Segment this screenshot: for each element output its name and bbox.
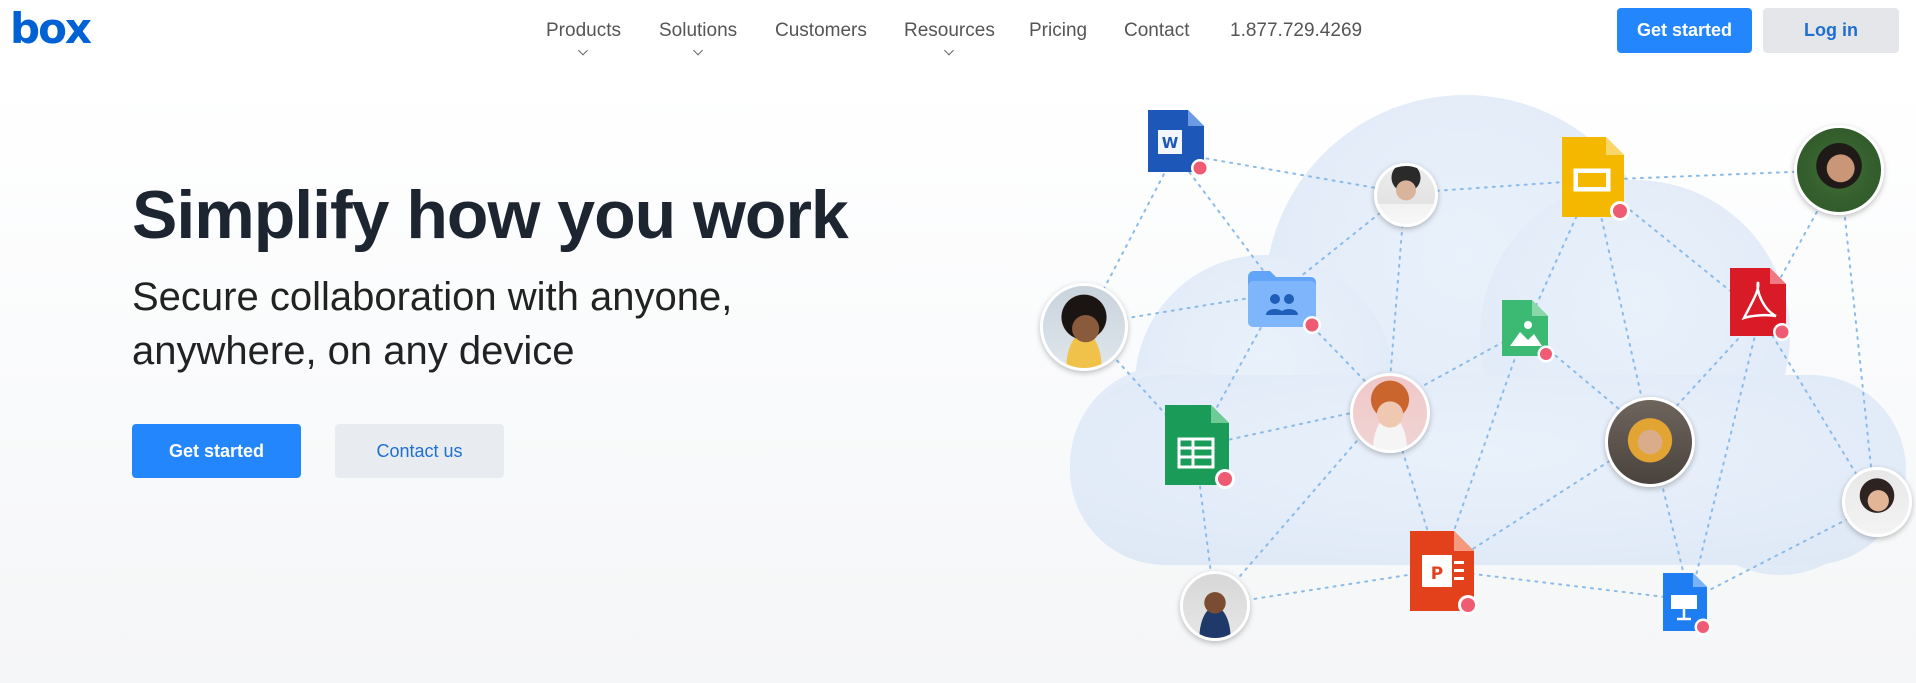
- keynote-icon: [1663, 573, 1712, 636]
- shared-folder-icon: [1248, 271, 1321, 334]
- nav-customers-label: Customers: [775, 20, 867, 41]
- nav-resources[interactable]: Resources: [904, 20, 995, 56]
- word-doc-icon: W: [1148, 110, 1209, 177]
- pdf-icon: [1730, 268, 1791, 341]
- nav-solutions[interactable]: Solutions: [659, 20, 738, 56]
- svg-text:P: P: [1431, 564, 1443, 584]
- box-logo[interactable]: box: [10, 6, 92, 52]
- hero-contact-us-button[interactable]: Contact us: [335, 424, 504, 478]
- avatar-woman-dark-hair-right: [1794, 125, 1884, 215]
- avatar-man-red-hair: [1350, 373, 1430, 453]
- hero-subtitle: Secure collaboration with anyone, anywhe…: [132, 275, 733, 373]
- nav-solutions-label: Solutions: [659, 20, 738, 41]
- chevron-down-icon: [578, 45, 589, 56]
- avatar-woman-right-edge: [1842, 467, 1912, 537]
- nav-pricing-label: Pricing: [1029, 20, 1088, 41]
- avatar-woman-hijab: [1605, 397, 1695, 487]
- avatar-woman-curly-hair: [1040, 283, 1128, 371]
- hero-title: Simplify how you work: [132, 177, 849, 253]
- chevron-down-icon: [944, 45, 955, 56]
- header-get-started-button[interactable]: Get started: [1617, 8, 1752, 53]
- hero-get-started-button[interactable]: Get started: [132, 424, 301, 478]
- nav-phone-label: 1.877.729.4269: [1230, 20, 1363, 41]
- nav-customers[interactable]: Customers: [775, 20, 867, 42]
- nav-contact[interactable]: Contact: [1124, 20, 1189, 42]
- svg-text:W: W: [1162, 134, 1179, 152]
- chevron-down-icon: [693, 45, 704, 56]
- cloud-network-graphic: W P: [1070, 95, 1906, 636]
- avatar-man-beard: [1374, 163, 1438, 227]
- nav-contact-label: Contact: [1124, 20, 1190, 41]
- header-log-in-button[interactable]: Log in: [1763, 8, 1899, 53]
- site-header: box Products Solutions Customers Resourc…: [0, 0, 1916, 62]
- nav-products[interactable]: Products: [546, 20, 621, 56]
- avatar-man-glasses-suit: [1180, 571, 1250, 641]
- collaboration-illustration: W P: [1030, 95, 1916, 683]
- slides-icon: [1562, 137, 1630, 221]
- nav-products-label: Products: [546, 20, 621, 41]
- nav-pricing[interactable]: Pricing: [1029, 20, 1087, 42]
- nav-resources-label: Resources: [904, 20, 995, 41]
- nav-phone[interactable]: 1.877.729.4269: [1230, 20, 1362, 42]
